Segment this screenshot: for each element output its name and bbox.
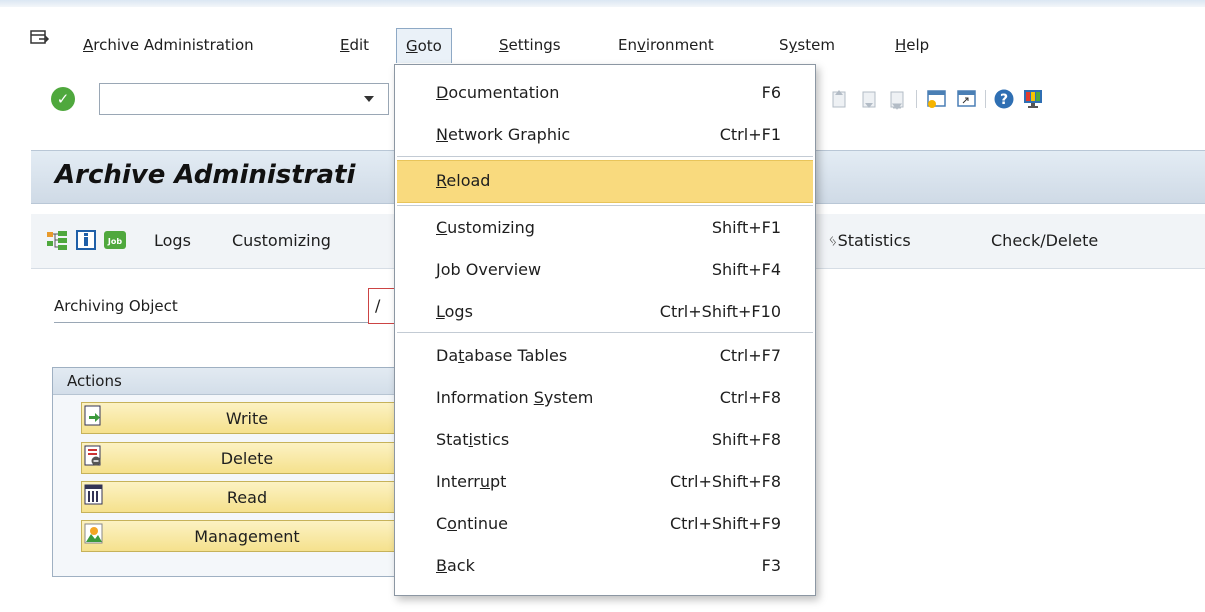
menu-item-logs[interactable]: Logs Ctrl+Shift+F10 xyxy=(395,295,815,329)
label-underline xyxy=(54,322,384,323)
statistics-icon: ᛃ xyxy=(828,231,838,250)
menu-separator xyxy=(397,332,813,333)
statistics-button[interactable]: ᛃStatistics xyxy=(828,231,911,250)
menu-item-customizing[interactable]: Customizing Shift+F1 xyxy=(395,211,815,245)
toolbar-separator xyxy=(985,90,986,108)
svg-text:Job: Job xyxy=(107,237,122,246)
archiving-object-input[interactable]: / xyxy=(368,288,396,324)
next-page-icon[interactable] xyxy=(858,88,880,110)
help-icon[interactable]: ? xyxy=(993,88,1015,110)
actions-header: Actions xyxy=(53,368,411,395)
menu-item-information-system[interactable]: Information System Ctrl+F8 xyxy=(395,381,815,415)
menu-item-interrupt[interactable]: Interrupt Ctrl+Shift+F8 xyxy=(395,465,815,499)
menu-goto[interactable]: Goto xyxy=(396,28,452,63)
menu-bar: Archive Administration Edit Goto Setting… xyxy=(0,24,1205,68)
write-button[interactable]: Write xyxy=(81,402,421,434)
menu-item-reload[interactable]: Reload xyxy=(397,160,813,203)
logs-button[interactable]: Logs xyxy=(154,231,191,250)
info-icon[interactable] xyxy=(75,229,97,251)
command-field[interactable] xyxy=(99,83,389,115)
delete-button[interactable]: Delete xyxy=(81,442,421,474)
read-button[interactable]: Read xyxy=(81,481,421,513)
create-session-icon[interactable] xyxy=(926,88,948,110)
menu-item-back[interactable]: Back F3 xyxy=(395,549,815,583)
check-delete-button[interactable]: Check/Delete xyxy=(991,231,1098,250)
menu-item-statistics[interactable]: Statistics Shift+F8 xyxy=(395,423,815,457)
hierarchy-icon[interactable] xyxy=(46,229,68,251)
archiving-object-label: Archiving Object xyxy=(54,297,178,315)
customizing-button[interactable]: Customizing xyxy=(232,231,331,250)
menu-settings[interactable]: Settings xyxy=(490,28,570,62)
menu-environment[interactable]: Environment xyxy=(609,28,723,62)
goto-dropdown-menu: Documentation F6 Network Graphic Ctrl+F1… xyxy=(394,64,816,596)
menu-separator xyxy=(397,205,813,206)
svg-text:?: ? xyxy=(1000,92,1008,108)
window-top-stripe xyxy=(0,0,1205,7)
chevron-down-icon[interactable] xyxy=(364,96,374,102)
system-menu-icon[interactable] xyxy=(30,30,50,48)
menu-help[interactable]: Help xyxy=(886,28,938,62)
actions-title: Actions xyxy=(67,372,122,390)
menu-item-network-graphic[interactable]: Network Graphic Ctrl+F1 xyxy=(395,118,815,152)
menu-item-database-tables[interactable]: Database Tables Ctrl+F7 xyxy=(395,339,815,373)
menu-edit[interactable]: Edit xyxy=(331,28,378,62)
menu-item-job-overview[interactable]: Job Overview Shift+F4 xyxy=(395,253,815,287)
menu-system[interactable]: System xyxy=(770,28,844,62)
previous-page-icon[interactable] xyxy=(828,88,850,110)
menu-archive-administration[interactable]: Archive Administration xyxy=(74,28,263,62)
actions-group: Actions Write Delete Read Management xyxy=(52,367,421,577)
customize-layout-icon[interactable] xyxy=(1022,88,1044,110)
menu-item-documentation[interactable]: Documentation F6 xyxy=(395,76,815,110)
page-title: Archive Administrati xyxy=(55,160,356,190)
menu-separator xyxy=(397,156,813,157)
toolbar-separator xyxy=(916,90,917,108)
job-icon[interactable]: Job xyxy=(103,229,127,251)
management-button[interactable]: Management xyxy=(81,520,421,552)
create-shortcut-icon[interactable] xyxy=(956,88,978,110)
last-page-icon[interactable] xyxy=(886,88,908,110)
menu-item-continue[interactable]: Continue Ctrl+Shift+F9 xyxy=(395,507,815,541)
enter-check-icon[interactable]: ✓ xyxy=(51,87,75,111)
